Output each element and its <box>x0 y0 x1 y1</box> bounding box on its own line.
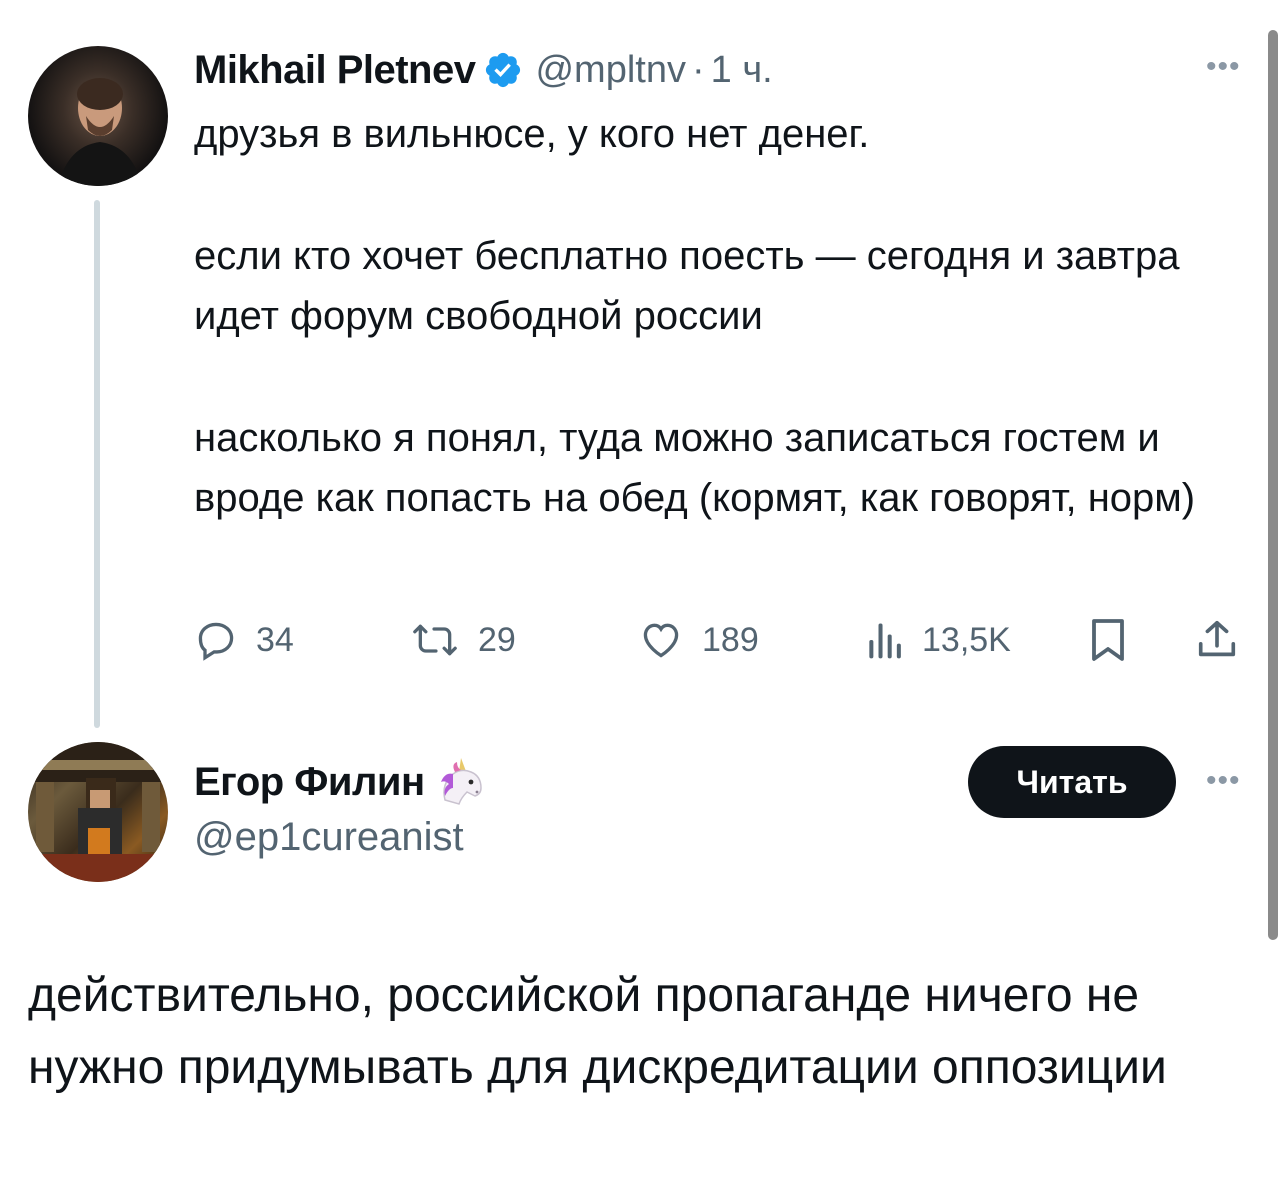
reply-tweet-text: действительно, российской пропаганде нич… <box>28 969 1167 1094</box>
avatar-pixel-art <box>28 742 168 882</box>
heart-icon <box>638 618 684 662</box>
tweet-action-bar: 34 29 189 13,5K <box>194 610 1254 670</box>
avatar[interactable] <box>28 46 168 186</box>
share-button[interactable] <box>1194 610 1240 670</box>
tweet-header: Mikhail Pletnev @mpltnv · 1 ч. <box>194 44 773 96</box>
avatar-portrait <box>58 78 142 186</box>
views-button[interactable]: 13,5K <box>864 610 1011 670</box>
tweet-header: Егор Филин <box>194 752 487 812</box>
more-horizontal-icon[interactable]: ••• <box>1206 766 1241 796</box>
tweet-paragraph: насколько я понял, туда можно записаться… <box>194 416 1196 520</box>
thread-connector-line <box>94 200 100 728</box>
tweet-thread-view: Mikhail Pletnev @mpltnv · 1 ч. ••• друзь… <box>0 0 1280 1200</box>
author-name[interactable]: Егор Филин <box>194 760 425 805</box>
avatar[interactable] <box>28 742 168 882</box>
author-name[interactable]: Mikhail Pletnev <box>194 48 476 93</box>
more-horizontal-icon[interactable]: ••• <box>1206 52 1241 82</box>
views-chart-icon <box>864 618 904 662</box>
scrollbar-thumb[interactable] <box>1268 30 1278 940</box>
like-button[interactable]: 189 <box>638 610 759 670</box>
tweet-paragraph: друзья в вильнюсе, у кого нет денег. <box>194 112 870 156</box>
reply-icon <box>194 618 238 662</box>
retweet-icon <box>410 618 460 662</box>
tweet-paragraph: если кто хочет бесплатно поесть — сегодн… <box>194 234 1180 338</box>
bookmark-icon <box>1086 616 1130 664</box>
follow-button[interactable]: Читать <box>968 746 1176 818</box>
views-count: 13,5K <box>922 620 1011 659</box>
reply-button[interactable]: 34 <box>194 610 294 670</box>
unicorn-emoji-icon <box>431 754 487 810</box>
author-handle[interactable]: @mpltnv <box>535 49 686 92</box>
retweet-count: 29 <box>478 620 516 659</box>
bookmark-button[interactable] <box>1086 610 1130 670</box>
author-handle[interactable]: @ep1cureanist <box>194 815 464 860</box>
share-icon <box>1194 616 1240 664</box>
like-count: 189 <box>702 620 759 659</box>
scrollbar[interactable] <box>1266 0 1280 1200</box>
retweet-button[interactable]: 29 <box>410 610 516 670</box>
reply-count: 34 <box>256 620 294 659</box>
tweet-timestamp[interactable]: 1 ч. <box>711 49 773 92</box>
verified-badge-icon[interactable] <box>483 50 523 90</box>
separator-dot: · <box>691 48 705 91</box>
